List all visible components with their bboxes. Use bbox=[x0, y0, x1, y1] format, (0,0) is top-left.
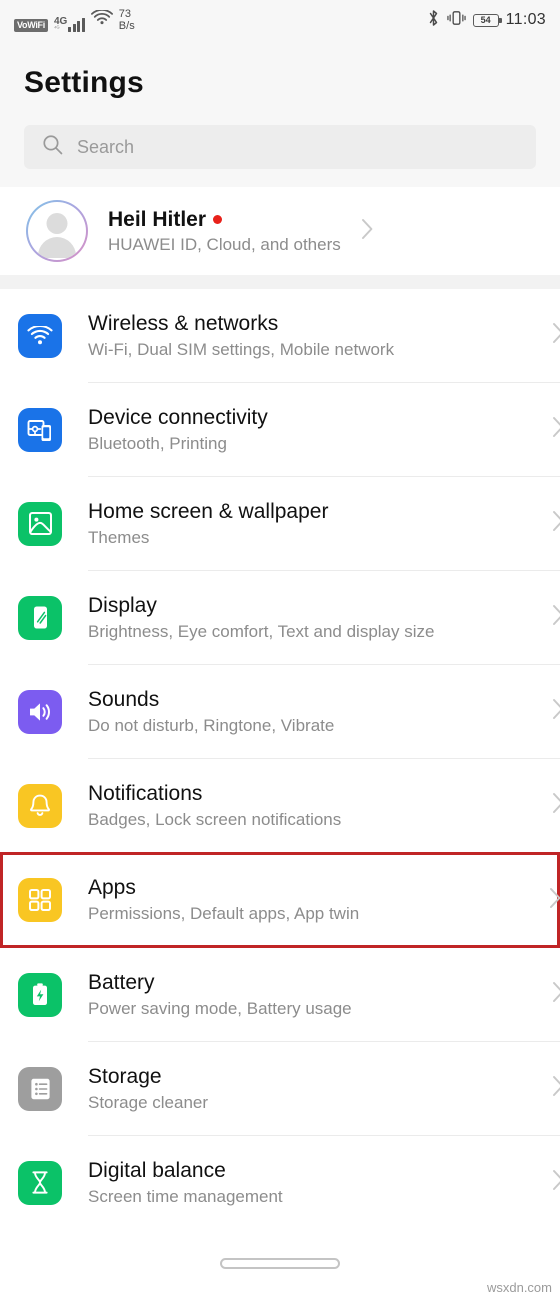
settings-row-subtitle: Bluetooth, Printing bbox=[88, 433, 227, 453]
settings-row-display[interactable]: Display Brightness, Eye comfort, Text and… bbox=[0, 571, 560, 664]
settings-row-sounds[interactable]: Sounds Do not disturb, Ringtone, Vibrate bbox=[0, 665, 560, 758]
search-input[interactable]: Search bbox=[24, 125, 536, 169]
notification-dot bbox=[213, 215, 223, 224]
settings-row-home-screen-wallpaper[interactable]: Home screen & wallpaper Themes bbox=[0, 477, 560, 570]
page-header: Settings bbox=[0, 40, 560, 125]
settings-row-battery[interactable]: Battery Power saving mode, Battery usage bbox=[0, 948, 560, 1041]
settings-row-title: Apps bbox=[88, 876, 136, 899]
watermark: wsxdn.com bbox=[486, 1280, 552, 1295]
page-title: Settings bbox=[24, 65, 144, 99]
person-avatar-icon bbox=[28, 202, 86, 260]
network-sub-label: ⁴ᴳ bbox=[53, 26, 60, 32]
cellular-signal-icon: 4G ⁴ᴳ bbox=[54, 17, 85, 32]
settings-row-subtitle: Screen time management bbox=[88, 1186, 283, 1206]
chevron-right-icon bbox=[552, 604, 560, 631]
search-section: Search bbox=[0, 125, 560, 187]
settings-row-title: Battery bbox=[88, 970, 155, 994]
bell-icon bbox=[18, 783, 62, 828]
hourglass-icon bbox=[18, 1160, 62, 1205]
display-phone-icon bbox=[18, 595, 62, 640]
data-speed-unit: B/s bbox=[118, 20, 135, 32]
chevron-right-icon bbox=[361, 218, 383, 245]
settings-list: Wireless & networks Wi-Fi, Dual SIM setti… bbox=[0, 289, 560, 1229]
settings-row-digital-balance[interactable]: Digital balance Screen time management bbox=[0, 1136, 560, 1229]
profile-text: Heil Hitler HUAWEI ID, Cloud, and others bbox=[108, 208, 341, 255]
avatar bbox=[26, 200, 88, 262]
chevron-right-icon bbox=[552, 981, 560, 1008]
navigation-bar bbox=[0, 1244, 560, 1300]
settings-row-subtitle: Wi-Fi, Dual SIM settings, Mobile network bbox=[88, 339, 395, 359]
wifi-status-icon bbox=[90, 8, 113, 32]
speaker-volume-icon bbox=[18, 689, 62, 734]
profile-subtitle: HUAWEI ID, Cloud, and others bbox=[108, 234, 341, 254]
status-bar-left: VoWiFi 4G ⁴ᴳ 73 B/s bbox=[14, 8, 135, 32]
section-divider bbox=[0, 275, 560, 289]
settings-row-subtitle: Brightness, Eye comfort, Text and displa… bbox=[88, 621, 435, 641]
profile-card[interactable]: Heil Hitler HUAWEI ID, Cloud, and others bbox=[0, 187, 560, 275]
settings-row-title: Sounds bbox=[88, 687, 160, 711]
profile-name-row: Heil Hitler bbox=[108, 208, 341, 232]
chevron-right-icon bbox=[549, 887, 560, 914]
settings-row-title: Digital balance bbox=[88, 1158, 226, 1182]
settings-row-title: Wireless & networks bbox=[88, 311, 279, 335]
settings-row-subtitle: Power saving mode, Battery usage bbox=[88, 998, 352, 1018]
settings-row-apps[interactable]: Apps Permissions, Default apps, App twin bbox=[0, 852, 560, 948]
status-bar: VoWiFi 4G ⁴ᴳ 73 B/s 54 11:03 bbox=[0, 0, 560, 40]
settings-row-text: Battery Power saving mode, Battery usage bbox=[88, 971, 552, 1019]
settings-screen: VoWiFi 4G ⁴ᴳ 73 B/s 54 11:03 Settings Se… bbox=[0, 0, 560, 1300]
apps-grid-icon bbox=[18, 878, 62, 922]
chevron-right-icon bbox=[552, 1075, 560, 1102]
settings-row-text: Digital balance Screen time management bbox=[88, 1159, 552, 1207]
storage-list-icon bbox=[18, 1066, 62, 1111]
home-gesture-pill[interactable] bbox=[220, 1258, 340, 1269]
settings-row-title: Device connectivity bbox=[88, 405, 268, 429]
device-connectivity-icon bbox=[18, 407, 62, 452]
settings-row-text: Wireless & networks Wi-Fi, Dual SIM setti… bbox=[88, 312, 552, 360]
settings-row-device-connectivity[interactable]: Device connectivity Bluetooth, Printing bbox=[0, 383, 560, 476]
settings-row-storage[interactable]: Storage Storage cleaner bbox=[0, 1042, 560, 1135]
wallpaper-image-icon bbox=[18, 501, 62, 546]
search-placeholder: Search bbox=[77, 136, 135, 157]
chevron-right-icon bbox=[552, 416, 560, 443]
network-type-label: 4G bbox=[53, 16, 68, 27]
settings-row-title: Home screen & wallpaper bbox=[88, 499, 329, 523]
bluetooth-icon bbox=[427, 9, 440, 32]
clock-label: 11:03 bbox=[505, 11, 546, 28]
chevron-right-icon bbox=[552, 792, 560, 819]
settings-row-text: Sounds Do not disturb, Ringtone, Vibrate bbox=[88, 688, 552, 736]
settings-row-text: Home screen & wallpaper Themes bbox=[88, 500, 552, 548]
chevron-right-icon bbox=[552, 1169, 560, 1196]
settings-row-text: Apps Permissions, Default apps, App twin bbox=[88, 876, 549, 924]
battery-percent-label: 54 bbox=[480, 15, 491, 25]
settings-row-text: Notifications Badges, Lock screen notific… bbox=[88, 782, 552, 830]
vibrate-icon bbox=[446, 9, 466, 32]
data-speed-value: 73 bbox=[118, 8, 132, 20]
chevron-right-icon bbox=[552, 510, 560, 537]
search-icon bbox=[42, 134, 63, 160]
settings-row-text: Display Brightness, Eye comfort, Text and… bbox=[88, 594, 552, 642]
settings-row-subtitle: Storage cleaner bbox=[88, 1092, 209, 1112]
settings-row-title: Storage bbox=[88, 1064, 162, 1088]
chevron-right-icon bbox=[552, 322, 560, 349]
status-bar-right: 54 11:03 bbox=[427, 9, 546, 32]
signal-bars-icon bbox=[68, 17, 85, 32]
data-speed-indicator: 73 B/s bbox=[119, 8, 135, 32]
settings-row-subtitle: Themes bbox=[88, 527, 150, 547]
settings-row-subtitle: Do not disturb, Ringtone, Vibrate bbox=[88, 715, 335, 735]
settings-row-notifications[interactable]: Notifications Badges, Lock screen notific… bbox=[0, 759, 560, 852]
settings-row-text: Device connectivity Bluetooth, Printing bbox=[88, 406, 552, 454]
settings-row-subtitle: Badges, Lock screen notifications bbox=[88, 809, 342, 829]
settings-row-wireless-networks[interactable]: Wireless & networks Wi-Fi, Dual SIM setti… bbox=[0, 289, 560, 382]
settings-row-title: Notifications bbox=[88, 781, 203, 805]
chevron-right-icon bbox=[552, 698, 560, 725]
settings-row-subtitle: Permissions, Default apps, App twin bbox=[88, 904, 360, 923]
vowifi-icon: VoWiFi bbox=[14, 19, 48, 32]
battery-bolt-icon bbox=[18, 972, 62, 1017]
settings-row-title: Display bbox=[88, 593, 157, 617]
wifi-icon bbox=[18, 313, 62, 358]
settings-row-text: Storage Storage cleaner bbox=[88, 1065, 552, 1113]
battery-icon: 54 bbox=[472, 13, 502, 27]
profile-name: Heil Hitler bbox=[108, 207, 207, 231]
